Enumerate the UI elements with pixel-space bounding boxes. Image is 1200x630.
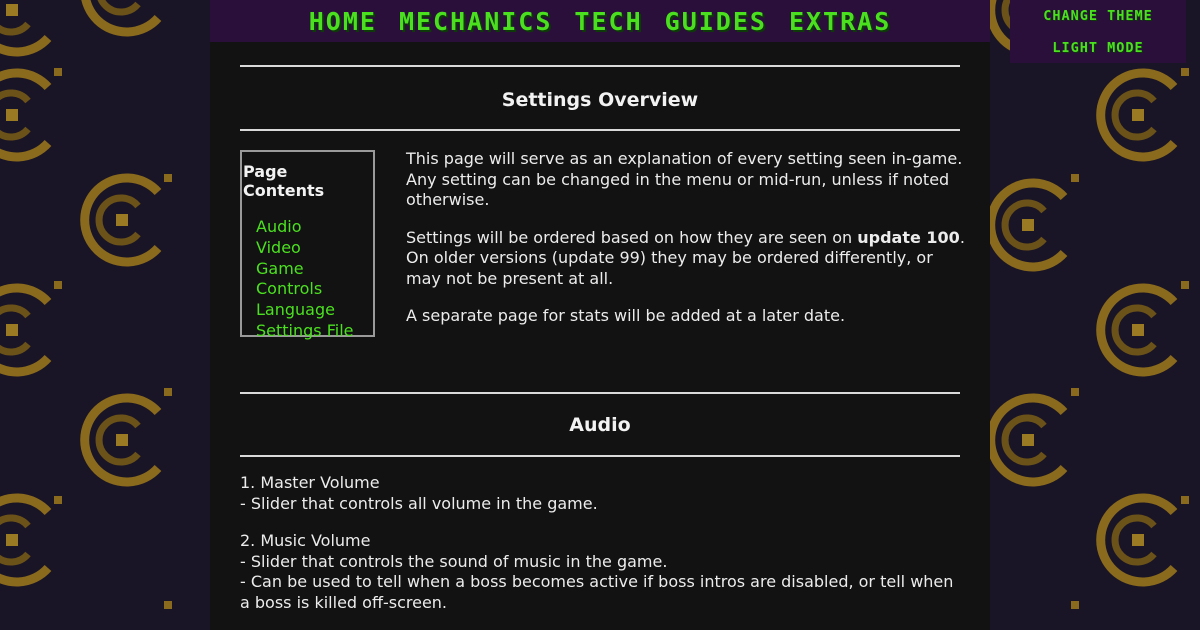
- toc-item: Language: [256, 300, 373, 321]
- toc-item: Video: [256, 238, 373, 259]
- intro-paragraph: This page will serve as an explanation o…: [406, 149, 963, 209]
- top-navigation: HOME MECHANICS TECH GUIDES EXTRAS: [210, 0, 990, 42]
- setting-name: 1. Master Volume: [240, 473, 380, 492]
- intro-paragraph: A separate page for stats will be added …: [406, 306, 846, 325]
- nav-guides[interactable]: GUIDES: [665, 7, 767, 36]
- toc-link-settings-file[interactable]: Settings File: [256, 321, 353, 340]
- setting-description: - Can be used to tell when a boss become…: [240, 572, 954, 612]
- divider: [240, 129, 960, 131]
- toc-item: Settings File: [256, 321, 373, 342]
- setting-description: - Slider that controls the sound of musi…: [240, 551, 668, 571]
- toc-link-video[interactable]: Video: [256, 238, 301, 257]
- setting-item: 2. Music Volume - Slider that controls t…: [240, 531, 960, 613]
- page-contents-title: Page Contents: [243, 162, 325, 200]
- intro-text: This page will serve as an explanation o…: [406, 149, 966, 327]
- setting-name: 2. Music Volume: [240, 531, 371, 550]
- toc-link-language[interactable]: Language: [256, 300, 335, 319]
- page-contents-list: Audio Video Game Controls Language Setti…: [256, 217, 373, 342]
- divider: [240, 65, 960, 67]
- nav-tech[interactable]: TECH: [574, 7, 642, 36]
- toc-item: Controls: [256, 279, 373, 300]
- main-content: Settings Overview Page Contents Audio Vi…: [210, 42, 990, 630]
- toc-link-audio[interactable]: Audio: [256, 217, 301, 236]
- nav-home[interactable]: HOME: [309, 7, 377, 36]
- intro-paragraph: Settings will be ordered based on how th…: [406, 228, 966, 290]
- nav-extras[interactable]: EXTRAS: [789, 7, 891, 36]
- setting-item: 1. Master Volume - Slider that controls …: [240, 473, 960, 514]
- toc-item: Game: [256, 259, 373, 280]
- toc-item: Audio: [256, 217, 373, 238]
- page-contents-box: Page Contents Audio Video Game Controls …: [240, 150, 375, 340]
- nav-mechanics[interactable]: MECHANICS: [399, 7, 552, 36]
- intro-text-span: Settings will be ordered based on how th…: [406, 227, 858, 247]
- light-mode-button[interactable]: LIGHT MODE: [1052, 40, 1143, 56]
- audio-heading: Audio: [569, 414, 631, 436]
- divider: [240, 392, 960, 394]
- toc-link-game[interactable]: Game: [256, 259, 304, 278]
- setting-description: - Slider that controls all volume in the…: [240, 493, 598, 513]
- audio-settings-list: 1. Master Volume - Slider that controls …: [240, 473, 960, 630]
- divider: [240, 455, 960, 457]
- change-theme-button[interactable]: CHANGE THEME: [1043, 8, 1153, 24]
- update-highlight: update 100: [857, 227, 960, 247]
- theme-panel: CHANGE THEME LIGHT MODE: [1010, 0, 1186, 63]
- toc-link-controls[interactable]: Controls: [256, 279, 322, 298]
- page-title: Settings Overview: [501, 89, 699, 111]
